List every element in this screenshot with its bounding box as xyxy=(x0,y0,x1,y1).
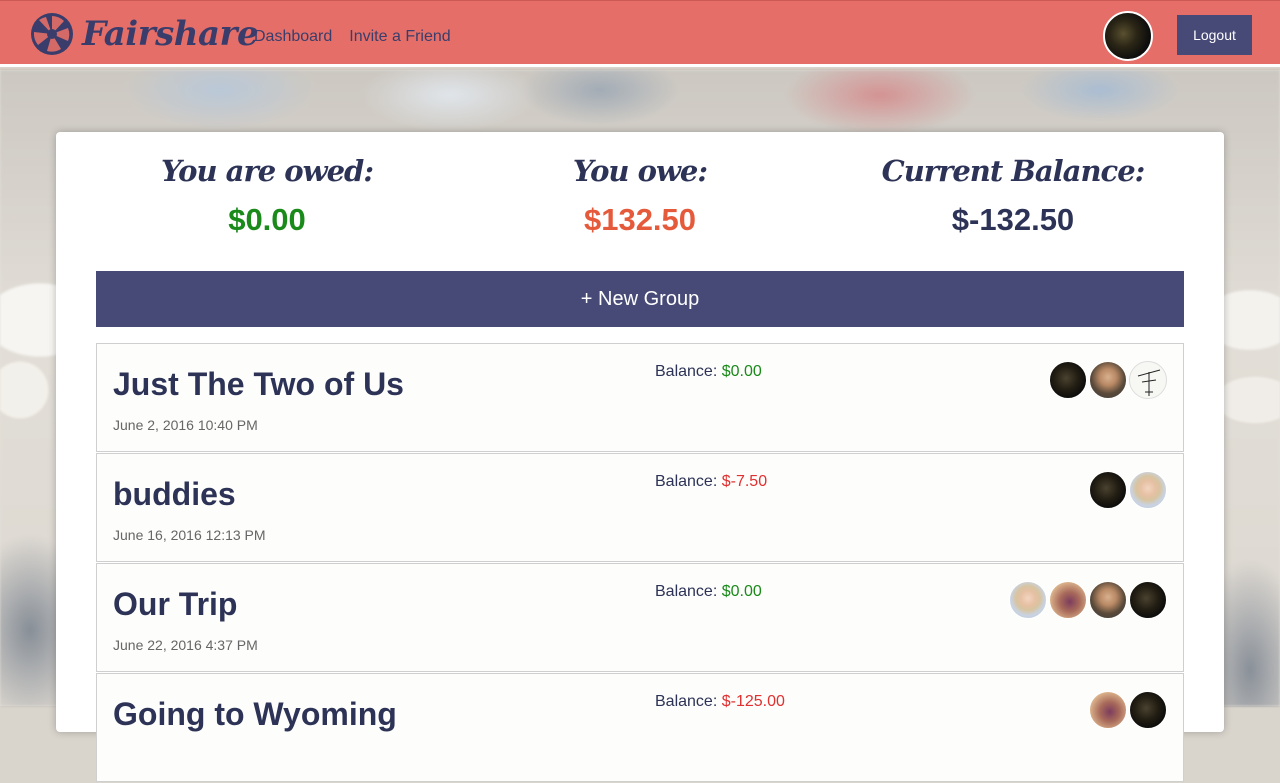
brand-name: Fairshare xyxy=(82,14,259,54)
balance-label: Balance: xyxy=(655,693,718,710)
group-name: Just The Two of Us xyxy=(113,366,404,402)
nav-invite-friend[interactable]: Invite a Friend xyxy=(349,28,450,46)
balance-summary-col: Current Balance: $-132.50 xyxy=(823,154,1203,238)
owe-label: You owe: xyxy=(572,154,708,188)
member-avatar xyxy=(1129,691,1167,729)
group-name: buddies xyxy=(113,476,236,512)
user-avatar[interactable] xyxy=(1103,11,1153,61)
group-balance: Balance: $-7.50 xyxy=(655,473,767,491)
group-name: Our Trip xyxy=(113,586,238,622)
group-date: June 16, 2016 12:13 PM xyxy=(113,527,266,543)
group-balance: Balance: $0.00 xyxy=(655,583,762,601)
balance-summary: You are owed: $0.00 You owe: $132.50 Cur… xyxy=(56,132,1224,262)
member-avatars xyxy=(1009,581,1167,619)
dashboard-card: You are owed: $0.00 You owe: $132.50 Cur… xyxy=(56,132,1224,782)
member-avatar xyxy=(1089,471,1127,509)
owed-value: $0.00 xyxy=(228,202,306,237)
member-avatars xyxy=(1049,361,1167,399)
group-row[interactable]: Going to Wyoming Balance: $-125.00 xyxy=(96,673,1184,782)
balance-amount: $0.00 xyxy=(721,363,762,380)
group-date: June 22, 2016 4:37 PM xyxy=(113,637,258,653)
main-nav: Dashboard Invite a Friend xyxy=(254,28,451,46)
owed-summary: You are owed: $0.00 xyxy=(77,154,457,238)
member-avatar xyxy=(1129,581,1167,619)
sketch-icon xyxy=(1137,369,1161,396)
member-avatar xyxy=(1009,581,1047,619)
owe-summary: You owe: $132.50 xyxy=(450,154,830,238)
member-avatar xyxy=(1129,471,1167,509)
member-avatar xyxy=(1049,361,1087,399)
group-date: June 2, 2016 10:40 PM xyxy=(113,417,258,433)
group-name: Going to Wyoming xyxy=(113,696,397,732)
new-group-button[interactable]: + New Group xyxy=(96,271,1184,327)
balance-amount: $0.00 xyxy=(721,583,762,600)
balance-label: Balance: xyxy=(655,473,718,490)
member-avatar xyxy=(1089,691,1127,729)
group-row[interactable]: Our Trip June 22, 2016 4:37 PM Balance: … xyxy=(96,563,1184,672)
group-row[interactable]: buddies June 16, 2016 12:13 PM Balance: … xyxy=(96,453,1184,562)
logout-button[interactable]: Logout xyxy=(1177,15,1252,55)
member-avatars xyxy=(1089,691,1167,729)
nav-dashboard[interactable]: Dashboard xyxy=(254,28,332,46)
current-balance-label: Current Balance: xyxy=(881,154,1146,188)
member-avatar xyxy=(1129,361,1167,399)
member-avatar xyxy=(1049,581,1087,619)
balance-amount: $-7.50 xyxy=(721,473,768,490)
owe-value: $132.50 xyxy=(583,202,697,237)
balance-amount: $-125.00 xyxy=(721,693,785,710)
member-avatar xyxy=(1089,581,1127,619)
aperture-logo-icon xyxy=(31,13,73,55)
member-avatars xyxy=(1089,471,1167,509)
group-row[interactable]: Just The Two of Us June 2, 2016 10:40 PM… xyxy=(96,343,1184,452)
balance-label: Balance: xyxy=(655,363,718,380)
owed-label: You are owed: xyxy=(160,154,374,188)
top-navbar: Fairshare Dashboard Invite a Friend Logo… xyxy=(0,0,1280,67)
group-list: Just The Two of Us June 2, 2016 10:40 PM… xyxy=(96,343,1184,783)
current-balance-value: $-132.50 xyxy=(951,202,1075,237)
member-avatar xyxy=(1089,361,1127,399)
brand-logo[interactable]: Fairshare xyxy=(30,12,259,56)
group-balance: Balance: $0.00 xyxy=(655,363,762,381)
balance-label: Balance: xyxy=(655,583,718,600)
group-balance: Balance: $-125.00 xyxy=(655,693,785,711)
